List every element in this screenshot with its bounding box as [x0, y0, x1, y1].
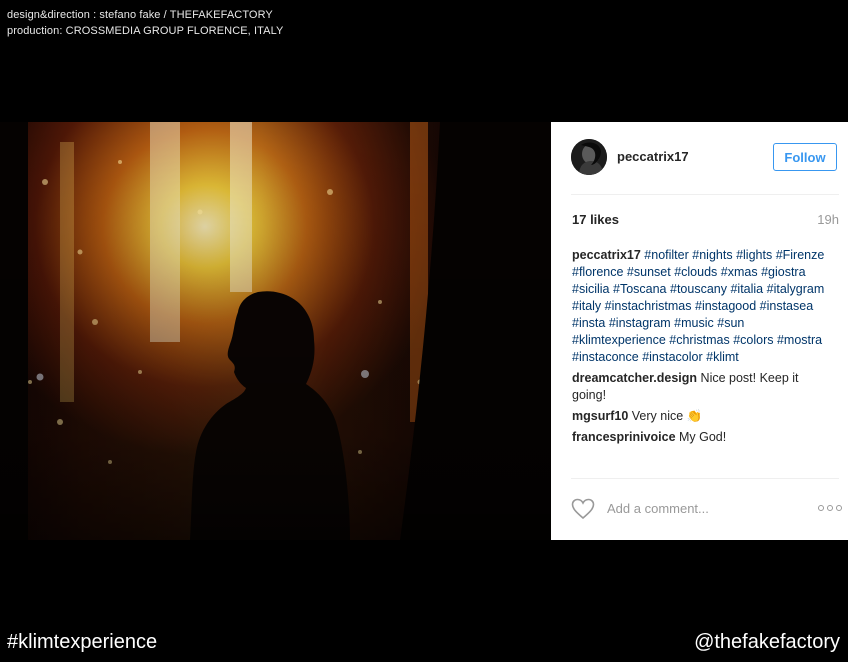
hashtag-link[interactable]: #nofilter: [644, 248, 688, 262]
hashtag-link[interactable]: #instasea: [760, 299, 814, 313]
instagram-post-panel: peccatrix17 Follow 17 likes 19h peccatri…: [551, 122, 848, 540]
hashtag-link[interactable]: #florence: [572, 265, 623, 279]
likes-count[interactable]: 17 likes: [572, 212, 619, 227]
post-header: peccatrix17 Follow: [551, 122, 848, 194]
hashtag-link[interactable]: #Toscana: [613, 282, 667, 296]
hashtag-link[interactable]: #nights: [692, 248, 732, 262]
hashtag-link[interactable]: #giostra: [761, 265, 805, 279]
footer-hashtag: #klimtexperience: [7, 631, 158, 653]
credits: design&direction : stefano fake / THEFAK…: [7, 7, 283, 39]
hashtag-link[interactable]: #christmas: [669, 333, 729, 347]
hashtag-link[interactable]: #touscany: [670, 282, 727, 296]
hashtag-link[interactable]: #mostra: [777, 333, 822, 347]
comments-list: peccatrix17 #nofilter #nights #lights #F…: [572, 247, 830, 450]
hashtag-link[interactable]: #Firenze: [776, 248, 825, 262]
follow-button[interactable]: Follow: [773, 143, 837, 171]
comment-text: Very nice 👏: [631, 409, 703, 423]
hashtag-link[interactable]: #instachristmas: [605, 299, 692, 313]
hashtag-link[interactable]: #instagood: [695, 299, 756, 313]
hashtag-link[interactable]: #lights: [736, 248, 772, 262]
klimt-silhouette-image: [0, 122, 551, 540]
hashtag-link[interactable]: #instacolor: [642, 350, 702, 364]
hashtag-link[interactable]: #klimtexperience: [572, 333, 666, 347]
hashtag-link[interactable]: #instagram: [609, 316, 671, 330]
post-photo: [0, 122, 551, 540]
hashtag-link[interactable]: #colors: [733, 333, 773, 347]
comments-divider: [571, 478, 839, 479]
footer-handle: @thefakefactory: [694, 631, 840, 653]
comment-item: francesprinivoice My God!: [572, 429, 830, 446]
add-comment-input[interactable]: [605, 500, 799, 517]
comment-item: dreamcatcher.design Nice post! Keep it g…: [572, 370, 830, 404]
hashtag-link[interactable]: #music: [674, 316, 714, 330]
post-time[interactable]: 19h: [817, 212, 839, 227]
caption-hashtags: #nofilter #nights #lights #Firenze #flor…: [572, 248, 824, 364]
credits-direction: design&direction : stefano fake / THEFAK…: [7, 9, 273, 21]
avatar-image: [571, 139, 607, 175]
comment-text: My God!: [679, 430, 727, 444]
hashtag-link[interactable]: #klimt: [706, 350, 739, 364]
comment-author[interactable]: mgsurf10: [572, 409, 628, 423]
credits-production: production: CROSSMEDIA GROUP FLORENCE, I…: [7, 25, 284, 37]
comment-author[interactable]: francesprinivoice: [572, 430, 676, 444]
slide: design&direction : stefano fake / THEFAK…: [0, 0, 848, 662]
hashtag-link[interactable]: #clouds: [674, 265, 717, 279]
hashtag-link[interactable]: #sunset: [627, 265, 671, 279]
hashtag-link[interactable]: #italia: [730, 282, 763, 296]
hashtag-link[interactable]: #insta: [572, 316, 605, 330]
comment-item: mgsurf10 Very nice 👏: [572, 408, 830, 425]
add-comment-bar: [571, 498, 842, 522]
caption-author[interactable]: peccatrix17: [572, 248, 641, 262]
hashtag-link[interactable]: #sun: [717, 316, 744, 330]
heart-icon[interactable]: [571, 498, 595, 520]
hashtag-link[interactable]: #xmas: [721, 265, 758, 279]
hashtag-link[interactable]: #italygram: [767, 282, 825, 296]
hashtag-link[interactable]: #instaconce: [572, 350, 639, 364]
comment-author[interactable]: dreamcatcher.design: [572, 371, 697, 385]
caption: peccatrix17 #nofilter #nights #lights #F…: [572, 247, 830, 366]
avatar[interactable]: [571, 139, 607, 175]
post-username[interactable]: peccatrix17: [617, 149, 689, 164]
hashtag-link[interactable]: #italy: [572, 299, 601, 313]
more-options-icon[interactable]: [818, 505, 842, 511]
header-divider: [571, 194, 839, 195]
hashtag-link[interactable]: #sicilia: [572, 282, 610, 296]
